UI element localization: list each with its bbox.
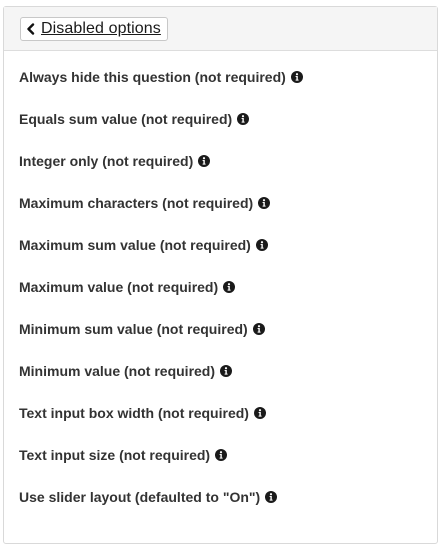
info-circle-icon[interactable] xyxy=(215,449,228,461)
option-label: Text input size (not required) xyxy=(19,447,211,463)
option-label: Minimum sum value (not required) xyxy=(19,321,248,337)
option-label: Equals sum value (not required) xyxy=(19,111,233,127)
info-circle-icon[interactable] xyxy=(253,407,266,419)
option-item: Maximum value (not required) xyxy=(19,277,236,297)
option-label: Maximum characters (not required) xyxy=(19,195,254,211)
option-item: Maximum characters (not required) xyxy=(19,193,271,213)
option-item: Text input size (not required) xyxy=(19,445,228,465)
info-circle-icon[interactable] xyxy=(255,239,268,251)
info-circle-icon[interactable] xyxy=(223,281,236,293)
back-button[interactable]: Disabled options xyxy=(20,16,168,41)
option-item: Minimum value (not required) xyxy=(19,361,233,381)
info-circle-icon[interactable] xyxy=(252,323,265,335)
option-label: Integer only (not required) xyxy=(19,153,194,169)
disabled-options-panel: Disabled options Always hide this questi… xyxy=(3,6,438,544)
option-label: Always hide this question (not required) xyxy=(19,69,286,85)
info-circle-icon[interactable] xyxy=(290,71,303,83)
option-item: Integer only (not required) xyxy=(19,151,211,171)
chevron-left-icon xyxy=(21,18,41,40)
info-circle-icon[interactable] xyxy=(258,197,271,209)
info-circle-icon[interactable] xyxy=(237,113,250,125)
info-circle-icon[interactable] xyxy=(198,155,211,167)
option-item: Text input box width (not required) xyxy=(19,403,266,423)
info-circle-icon[interactable] xyxy=(265,491,278,503)
panel-header: Disabled options xyxy=(4,7,437,51)
back-button-label: Disabled options xyxy=(41,19,161,37)
option-label: Text input box width (not required) xyxy=(19,405,249,421)
option-item: Maximum sum value (not required) xyxy=(19,235,268,255)
info-circle-icon[interactable] xyxy=(220,365,233,377)
option-label: Minimum value (not required) xyxy=(19,363,216,379)
option-item: Equals sum value (not required) xyxy=(19,109,250,129)
option-item: Minimum sum value (not required) xyxy=(19,319,265,339)
option-label: Maximum sum value (not required) xyxy=(19,237,251,253)
option-item: Use slider layout (defaulted to "On") xyxy=(19,487,278,507)
option-label: Use slider layout (defaulted to "On") xyxy=(19,489,261,505)
option-label: Maximum value (not required) xyxy=(19,279,219,295)
option-item: Always hide this question (not required) xyxy=(19,67,303,87)
